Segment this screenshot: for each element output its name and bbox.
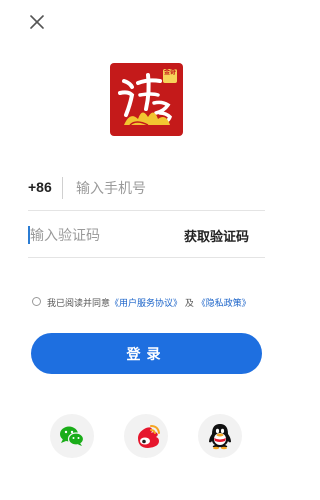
qq-icon: [209, 424, 231, 450]
logo-stamp: 金奇: [163, 69, 177, 83]
code-underline: [28, 257, 265, 258]
close-icon: [30, 15, 44, 29]
get-code-button[interactable]: 获取验证码: [184, 226, 249, 245]
wechat-icon: [60, 426, 85, 446]
qq-login-button[interactable]: [198, 414, 242, 458]
phone-input[interactable]: [76, 175, 261, 203]
code-row: 获取验证码: [28, 214, 265, 258]
country-code[interactable]: +86: [28, 179, 52, 195]
phone-underline: [28, 210, 265, 211]
weibo-login-button[interactable]: [124, 414, 168, 458]
divider: [62, 177, 63, 199]
agreement-row: 我已阅读并同意《用户服务协议》 及 《隐私政策》: [32, 296, 272, 310]
weibo-icon: [138, 425, 160, 448]
privacy-policy-link[interactable]: 《隐私政策》: [197, 299, 251, 309]
agreement-text: 我已阅读并同意《用户服务协议》 及 《隐私政策》: [47, 296, 251, 309]
phone-row: +86: [28, 167, 265, 211]
close-button[interactable]: [28, 13, 46, 31]
verification-code-input[interactable]: [30, 222, 170, 250]
wechat-login-button[interactable]: [50, 414, 94, 458]
agreement-checkbox[interactable]: [32, 297, 41, 306]
agreement-joiner: 及: [184, 299, 194, 309]
login-button[interactable]: 登录: [31, 333, 262, 374]
agreement-prefix: 我已阅读并同意: [47, 299, 111, 309]
app-logo: 金奇: [110, 63, 183, 136]
user-agreement-link[interactable]: 《用户服务协议》: [110, 299, 182, 309]
